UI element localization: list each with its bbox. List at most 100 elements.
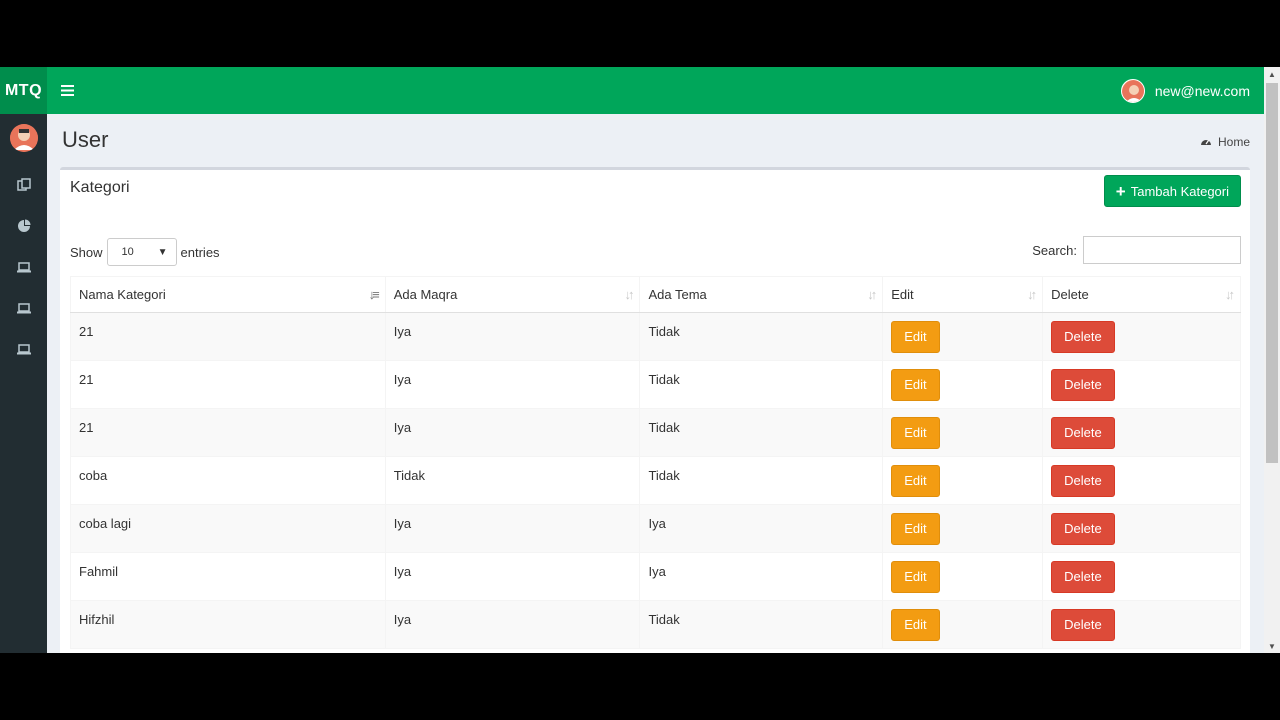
top-navbar: MTQ new@new.com (0, 67, 1264, 114)
cell-edit: Edit (882, 456, 1044, 505)
kategori-table: Nama Kategori ↓≡ Ada Maqra ↓↑ Ada Tema ↓↑ E… (70, 276, 1241, 649)
show-label: Show (70, 244, 103, 260)
cell-ada-maqra: Iya (384, 552, 641, 601)
user-avatar (1120, 78, 1145, 103)
table-header-row: Nama Kategori ↓≡ Ada Maqra ↓↑ Ada Tema ↓↑ E… (70, 276, 1241, 313)
sort-icon: ↓↑ (624, 287, 634, 302)
cell-ada-tema: Tidak (639, 312, 884, 361)
sidebar-item-laptop-2[interactable] (0, 287, 47, 328)
column-header-edit[interactable]: Edit ↓↑ (882, 276, 1044, 313)
cell-ada-maqra: Iya (384, 360, 641, 409)
kategori-box: Kategori + Tambah Kategori Show 10 ▼ ent… (60, 167, 1250, 653)
table-body: 21 Iya Tidak Edit Delete 21 Iya Tidak Edit Delete… (70, 312, 1241, 649)
edit-button[interactable]: Edit (891, 321, 940, 353)
edit-button[interactable]: Edit (891, 561, 940, 593)
sidebar (0, 114, 47, 653)
cell-ada-maqra: Iya (384, 312, 641, 361)
user-menu[interactable]: new@new.com (1120, 78, 1264, 103)
cell-delete: Delete (1042, 456, 1241, 505)
sidebar-avatar (9, 124, 38, 152)
delete-button[interactable]: Delete (1051, 417, 1115, 449)
cell-ada-maqra: Iya (384, 600, 641, 649)
add-kategori-button[interactable]: + Tambah Kategori (1103, 175, 1241, 207)
chevron-down-icon: ▼ (157, 246, 168, 258)
cell-delete: Delete (1042, 312, 1241, 361)
edit-button[interactable]: Edit (891, 369, 940, 401)
cell-ada-tema: Iya (639, 552, 884, 601)
column-header-maqra[interactable]: Ada Maqra ↓↑ (384, 276, 641, 313)
dashboard-icon (1200, 140, 1211, 145)
entries-select[interactable]: 10 ▼ (106, 238, 177, 266)
entries-label: entries (180, 244, 220, 260)
delete-button[interactable]: Delete (1051, 465, 1115, 497)
app-window: MTQ new@new.com User Home Kategori + Tam… (0, 67, 1280, 653)
edit-button[interactable]: Edit (891, 609, 940, 641)
cell-delete: Delete (1042, 600, 1241, 649)
cell-delete: Delete (1042, 504, 1241, 553)
copy-icon (16, 177, 31, 191)
delete-button[interactable]: Delete (1051, 561, 1115, 593)
vertical-scrollbar[interactable]: ▲ ▼ (1264, 67, 1280, 653)
box-title: Kategori (70, 179, 130, 196)
column-header-delete[interactable]: Delete ↓↑ (1042, 276, 1241, 313)
search-label: Search: (1032, 242, 1077, 258)
search-control: Search: (1032, 236, 1241, 264)
sidebar-item-laptop-3[interactable] (0, 328, 47, 369)
cell-nama-kategori: 21 (70, 408, 386, 457)
entries-value: 10 (121, 246, 134, 258)
edit-button[interactable]: Edit (891, 417, 940, 449)
brand-logo[interactable]: MTQ (0, 67, 47, 114)
add-kategori-label: Tambah Kategori (1130, 183, 1229, 199)
entries-length-control: Show 10 ▼ entries (70, 238, 220, 266)
sort-icon: ↓↑ (1027, 287, 1037, 302)
cell-nama-kategori: 21 (70, 360, 386, 409)
content-header: User (62, 127, 108, 153)
breadcrumb[interactable]: Home (1200, 135, 1250, 149)
table-row: 21 Iya Tidak Edit Delete (70, 408, 1241, 457)
delete-button[interactable]: Delete (1051, 369, 1115, 401)
breadcrumb-home[interactable]: Home (1218, 135, 1250, 149)
cell-ada-tema: Tidak (639, 408, 884, 457)
scroll-up-arrow-icon[interactable]: ▲ (1264, 67, 1280, 81)
plus-icon: + (1115, 181, 1126, 201)
laptop-icon (16, 302, 31, 313)
cell-nama-kategori: Fahmil (70, 552, 386, 601)
cell-ada-maqra: Iya (384, 504, 641, 553)
cell-ada-tema: Iya (639, 504, 884, 553)
delete-button[interactable]: Delete (1051, 609, 1115, 641)
cell-ada-tema: Tidak (639, 456, 884, 505)
table-row: 21 Iya Tidak Edit Delete (70, 312, 1241, 361)
scrollbar-thumb[interactable] (1266, 83, 1278, 463)
cell-ada-maqra: Tidak (384, 456, 641, 505)
cell-edit: Edit (882, 408, 1044, 457)
column-header-tema[interactable]: Ada Tema ↓↑ (639, 276, 884, 313)
cell-ada-maqra: Iya (384, 408, 641, 457)
cell-nama-kategori: 21 (70, 312, 386, 361)
user-email: new@new.com (1154, 82, 1250, 99)
pie-chart-icon (17, 219, 30, 232)
cell-ada-tema: Tidak (639, 600, 884, 649)
sidebar-toggle-button[interactable] (47, 67, 87, 114)
cell-delete: Delete (1042, 360, 1241, 409)
sort-asc-icon: ↓≡ (368, 287, 380, 302)
delete-button[interactable]: Delete (1051, 321, 1115, 353)
cell-nama-kategori: Hifzhil (70, 600, 386, 649)
sidebar-item-laptop-1[interactable] (0, 246, 47, 287)
cell-nama-kategori: coba lagi (70, 504, 386, 553)
scroll-down-arrow-icon[interactable]: ▼ (1264, 639, 1280, 653)
edit-button[interactable]: Edit (891, 513, 940, 545)
cell-edit: Edit (882, 504, 1044, 553)
delete-button[interactable]: Delete (1051, 513, 1115, 545)
laptop-icon (16, 343, 31, 354)
cell-edit: Edit (882, 552, 1044, 601)
sort-icon: ↓↑ (867, 287, 877, 302)
edit-button[interactable]: Edit (891, 465, 940, 497)
column-header-nama[interactable]: Nama Kategori ↓≡ (70, 276, 386, 313)
cell-delete: Delete (1042, 552, 1241, 601)
sidebar-item-copy[interactable] (0, 164, 47, 205)
cell-edit: Edit (882, 312, 1044, 361)
hamburger-icon (60, 85, 74, 96)
search-input[interactable] (1083, 236, 1241, 264)
table-row: Fahmil Iya Iya Edit Delete (70, 552, 1241, 601)
sidebar-item-chart[interactable] (0, 205, 47, 246)
